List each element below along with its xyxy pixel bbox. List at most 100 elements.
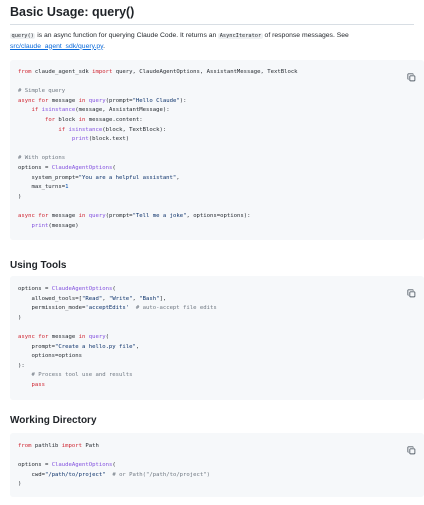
code-token: "Bash" [139, 295, 160, 302]
section-title-basic-usage: Basic Usage: query() [10, 5, 135, 19]
code-token: "/path/to/project" [44, 471, 106, 478]
code-token: query, ClaudeAgentOptions, AssistantMess… [112, 69, 298, 75]
code-line: options = ClaudeAgentOptions( [18, 286, 116, 292]
code-token: message.content: [85, 116, 143, 123]
code-token: allowed_tools=[ [18, 295, 82, 302]
intro-text-1: is an async function for querying Claude… [35, 32, 219, 39]
intro-paragraph: query() is an async function for queryin… [10, 31, 410, 52]
code-token: ClaudeAgentOptions [51, 462, 113, 469]
code-token: 'acceptEdits' [85, 305, 130, 312]
code-line: if isinstance(block, TextBlock): [18, 127, 166, 133]
code-line: ) [18, 481, 21, 487]
copy-icon[interactable] [407, 442, 416, 455]
code-token: (message, AssistantMessage): [75, 107, 170, 114]
code-line: ): [18, 363, 25, 369]
code-content: from claude_agent_sdk import query, Clau… [10, 60, 424, 231]
code-token: , [102, 295, 109, 302]
code-token: isinstance [41, 107, 76, 114]
code-token: query [88, 212, 106, 219]
code-token: for [44, 116, 56, 123]
intro-text-3: . [103, 42, 105, 50]
code-token: from [18, 69, 32, 75]
code-token: system_prompt= [18, 174, 79, 181]
code-line: options = ClaudeAgentOptions( [18, 462, 116, 468]
section-title-using-tools: Using Tools [10, 260, 67, 271]
code-token: message [48, 212, 79, 219]
code-token: "Create a hello.py file" [55, 343, 136, 350]
section-title-working-directory: Working Directory [10, 415, 97, 426]
code-token: ( [105, 333, 109, 340]
code-token: pass [31, 381, 45, 388]
intro-text-2: of response messages. See [262, 32, 349, 39]
code-token: message [48, 97, 79, 104]
code-token: max_turns= [18, 184, 66, 191]
code-block-working-directory: from pathlib import Path options = Claud… [10, 433, 424, 497]
code-token: ( [112, 164, 116, 171]
code-token: import [92, 69, 113, 75]
source-file-link[interactable]: src/claude_agent_sdk/query.py [10, 43, 103, 50]
code-token: "You are a helpful assistant" [78, 174, 177, 181]
code-line: pass [18, 381, 45, 388]
code-token: ( [112, 462, 116, 469]
code-line: print(block.text) [18, 136, 129, 142]
code-token: block [55, 116, 79, 123]
code-token: ) [18, 193, 22, 200]
code-line: options = ClaudeAgentOptions( [18, 165, 116, 171]
code-token: # Simple query [18, 88, 66, 95]
code-line: async for message in query(prompt="Tell … [18, 213, 250, 219]
code-token: (prompt= [105, 97, 133, 104]
code-token: ClaudeAgentOptions [51, 286, 113, 292]
code-token: import [61, 443, 83, 449]
code-line: from pathlib import Path [18, 443, 99, 449]
code-line: ) [18, 315, 21, 321]
code-token: query [88, 333, 106, 340]
code-line: from claude_agent_sdk import query, Clau… [18, 69, 298, 75]
code-token: (prompt= [105, 212, 133, 219]
code-line: system_prompt="You are a helpful assista… [18, 174, 180, 181]
code-token: , [135, 343, 140, 350]
code-line: options=options [18, 353, 82, 359]
code-token: # With options [18, 155, 66, 162]
code-token: "Write" [108, 295, 133, 302]
code-token: # auto-accept file edits [135, 305, 217, 312]
code-token: "Hello Claude" [132, 97, 180, 104]
code-token: ): [179, 97, 187, 104]
code-content: options = ClaudeAgentOptions( allowed_to… [10, 276, 424, 391]
code-token: from [18, 443, 32, 449]
code-token: # Process tool use and results [31, 372, 133, 379]
code-token: options=options [18, 353, 82, 360]
code-token: async [18, 333, 35, 340]
code-token: , [176, 174, 180, 181]
code-token: isinstance [68, 126, 103, 133]
code-line: permission_mode='acceptEdits' # auto-acc… [18, 305, 217, 312]
code-token: claude_agent_sdk [31, 69, 93, 75]
code-token: options = [18, 462, 52, 469]
code-line: max_turns=1 [18, 184, 68, 191]
copy-icon[interactable] [407, 69, 416, 82]
code-line: cwd="/path/to/project" # or Path("/path/… [18, 472, 210, 478]
code-token: (block.text) [88, 136, 130, 143]
code-token: Path [82, 443, 99, 449]
code-line: # Simple query [18, 88, 65, 94]
code-token: options = [18, 164, 52, 171]
code-token: pathlib [31, 443, 62, 449]
code-token: "Tell me a joke" [132, 212, 187, 219]
code-token: prompt= [18, 343, 56, 350]
copy-icon[interactable] [407, 285, 416, 298]
inline-code-query: query() [10, 33, 36, 39]
code-token: for [38, 333, 49, 340]
code-line: ) [18, 194, 21, 200]
code-token: "Read" [82, 295, 103, 302]
code-token: async [18, 97, 35, 104]
code-line: print(message) [18, 222, 79, 229]
code-token: permission_mode= [18, 305, 86, 312]
code-line: if isinstance(message, AssistantMessage)… [18, 107, 170, 114]
code-line: prompt="Create a hello.py file", [18, 344, 139, 350]
code-token: (message) [48, 222, 79, 229]
code-token: cwd= [18, 471, 45, 478]
